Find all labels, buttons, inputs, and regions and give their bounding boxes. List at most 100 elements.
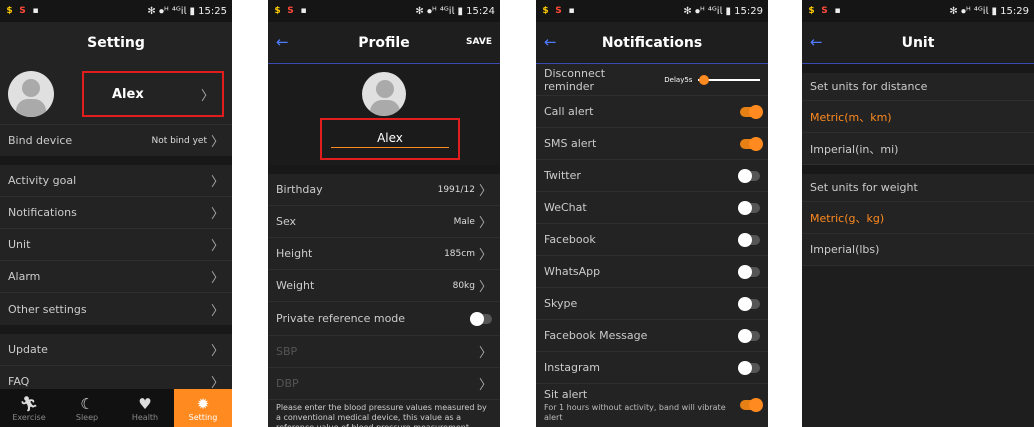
notifications-row[interactable]: Notifications 〉 xyxy=(0,197,232,229)
divider xyxy=(802,165,1034,174)
status-bar: $ S ▪ ✻ ⦁ᴴ ⁴ᴳ𝗂𝗅 ▮ 15:24 xyxy=(268,0,500,22)
metric-weight-option[interactable]: Metric(g、kg) xyxy=(802,202,1034,234)
chevron-right-icon: 〉 xyxy=(210,344,224,359)
notification-row: Facebook Message xyxy=(536,320,768,352)
notifications-header: ← Notifications xyxy=(536,22,768,64)
notification-toggle[interactable] xyxy=(738,360,760,375)
nav-exercise[interactable]: 🏃︎ Exercise xyxy=(0,389,58,427)
slider-knob[interactable] xyxy=(698,74,709,85)
status-bar: $ S ▪ ✻ ⦁ᴴ ⁴ᴳ𝗂𝗅 ▮ 15:29 xyxy=(536,0,768,22)
back-arrow-icon[interactable]: ← xyxy=(544,33,557,51)
status-time: ✻ ⦁ᴴ ⁴ᴳ𝗂𝗅 ▮ 15:24 xyxy=(415,5,495,17)
distance-section-header: Set units for distance xyxy=(802,73,1034,101)
runner-icon: 🏃︎ xyxy=(19,394,39,413)
unit-header: ← Unit xyxy=(802,22,1034,64)
private-mode-toggle[interactable] xyxy=(470,311,492,326)
nav-health[interactable]: ♥ Health xyxy=(116,389,174,427)
notification-label: Instagram xyxy=(544,361,600,374)
notification-row: SMS alert xyxy=(536,128,768,160)
nav-sleep[interactable]: ☾ Sleep xyxy=(58,389,116,427)
status-icon: S xyxy=(19,5,26,16)
sex-row[interactable]: Sex Male 〉 xyxy=(268,206,500,238)
chevron-right-icon: 〉 xyxy=(478,280,492,295)
unit-screen: $ S ▪ ✻ ⦁ᴴ ⁴ᴳ𝗂𝗅 ▮ 15:29 ← Unit Set units f… xyxy=(802,0,1034,427)
sit-alert-label: Sit alert xyxy=(544,388,588,401)
notification-toggle[interactable] xyxy=(740,136,763,151)
chevron-right-icon: 〉 xyxy=(478,378,492,393)
status-time: ✻ ⦁ᴴ ⁴ᴳ𝗂𝗅 ▮ 15:29 xyxy=(949,5,1029,17)
status-icon: ▪ xyxy=(834,5,841,16)
dbp-row[interactable]: DBP 〉 xyxy=(268,368,500,400)
avatar[interactable] xyxy=(362,72,406,116)
metric-distance-option[interactable]: Metric(m、km) xyxy=(802,101,1034,133)
chevron-right-icon: 〉 xyxy=(210,207,224,222)
notifications-screen: $ S ▪ ✻ ⦁ᴴ ⁴ᴳ𝗂𝗅 ▮ 15:29 ← Notifications Di… xyxy=(536,0,768,427)
chevron-right-icon: 〉 xyxy=(210,303,224,319)
page-title: Profile xyxy=(358,34,410,51)
chevron-right-icon: 〉 xyxy=(478,184,492,199)
profile-header: ← Profile SAVE xyxy=(268,22,500,64)
notification-toggle[interactable] xyxy=(738,296,760,311)
status-icon: $ xyxy=(808,5,815,16)
back-arrow-icon[interactable]: ← xyxy=(810,33,823,51)
update-row[interactable]: Update 〉 xyxy=(0,334,232,366)
notification-label: Facebook xyxy=(544,233,596,246)
bind-device-value: Not bind yet xyxy=(151,135,207,146)
status-icon: ▪ xyxy=(568,5,575,16)
status-icon: ▪ xyxy=(300,5,307,16)
profile-row[interactable]: Alex 〉 xyxy=(0,64,232,124)
status-icon: S xyxy=(555,5,562,16)
notification-row: Skype xyxy=(536,288,768,320)
birthday-row[interactable]: Birthday 1991/12 〉 xyxy=(268,174,500,206)
disconnect-slider[interactable] xyxy=(698,74,760,85)
page-title: Notifications xyxy=(601,34,703,51)
chevron-right-icon: 〉 xyxy=(200,88,214,104)
activity-goal-row[interactable]: Activity goal 〉 xyxy=(0,165,232,197)
notification-list: Call alert SMS alert Twitter WeChat Facebook… xyxy=(536,96,768,384)
name-input[interactable]: Alex xyxy=(331,131,449,148)
delay-value: Delay5s xyxy=(664,75,693,84)
alarm-row[interactable]: Alarm 〉 xyxy=(0,261,232,293)
notification-toggle[interactable] xyxy=(740,104,763,119)
notification-toggle[interactable] xyxy=(738,200,760,215)
sit-alert-toggle[interactable] xyxy=(740,398,763,412)
bind-device-row[interactable]: Bind device Not bind yet 〉 xyxy=(0,124,232,156)
divider xyxy=(268,165,500,174)
heart-icon: ♥ xyxy=(138,394,152,413)
back-arrow-icon[interactable]: ← xyxy=(276,33,289,51)
notification-label: WhatsApp xyxy=(544,265,601,278)
sbp-row[interactable]: SBP 〉 xyxy=(268,336,500,368)
notification-toggle[interactable] xyxy=(738,328,760,343)
bottom-nav: 🏃︎ Exercise ☾ Sleep ♥ Health ✹ Setting xyxy=(0,389,232,427)
other-settings-row[interactable]: Other settings 〉 xyxy=(0,293,232,325)
save-button[interactable]: SAVE xyxy=(466,37,492,47)
sit-alert-row: Sit alert For 1 hours without activity, … xyxy=(536,384,768,427)
notification-toggle[interactable] xyxy=(738,264,760,279)
disconnect-row: Disconnect reminder Delay5s xyxy=(536,64,768,96)
status-icon: ▪ xyxy=(32,5,39,16)
bind-device-label: Bind device xyxy=(8,134,73,147)
blood-pressure-note: Please enter the blood pressure values m… xyxy=(268,400,500,427)
weight-row[interactable]: Weight 80kg 〉 xyxy=(268,270,500,302)
imperial-distance-option[interactable]: Imperial(in、mi) xyxy=(802,133,1034,165)
height-row[interactable]: Height 185cm 〉 xyxy=(268,238,500,270)
chevron-right-icon: 〉 xyxy=(210,175,224,190)
notification-label: SMS alert xyxy=(544,137,597,150)
status-bar: $ S ▪ ✻ ⦁ᴴ ⁴ᴳ𝗂𝗅 ▮ 15:29 xyxy=(802,0,1034,22)
status-icon: $ xyxy=(6,5,13,16)
notification-toggle[interactable] xyxy=(738,168,760,183)
notification-row: WeChat xyxy=(536,192,768,224)
unit-row[interactable]: Unit 〉 xyxy=(0,229,232,261)
user-name: Alex xyxy=(112,86,144,102)
profile-screen: $ S ▪ ✻ ⦁ᴴ ⁴ᴳ𝗂𝗅 ▮ 15:24 ← Profile SAVE Ale… xyxy=(268,0,500,427)
nav-setting[interactable]: ✹ Setting xyxy=(174,389,232,427)
notification-row: Facebook xyxy=(536,224,768,256)
notification-label: Call alert xyxy=(544,105,594,118)
notification-toggle[interactable] xyxy=(738,232,760,247)
notification-row: Instagram xyxy=(536,352,768,384)
moon-icon: ☾ xyxy=(80,394,94,413)
chevron-right-icon: 〉 xyxy=(478,346,492,361)
avatar xyxy=(8,71,54,117)
imperial-weight-option[interactable]: Imperial(lbs) xyxy=(802,234,1034,266)
notification-row: WhatsApp xyxy=(536,256,768,288)
